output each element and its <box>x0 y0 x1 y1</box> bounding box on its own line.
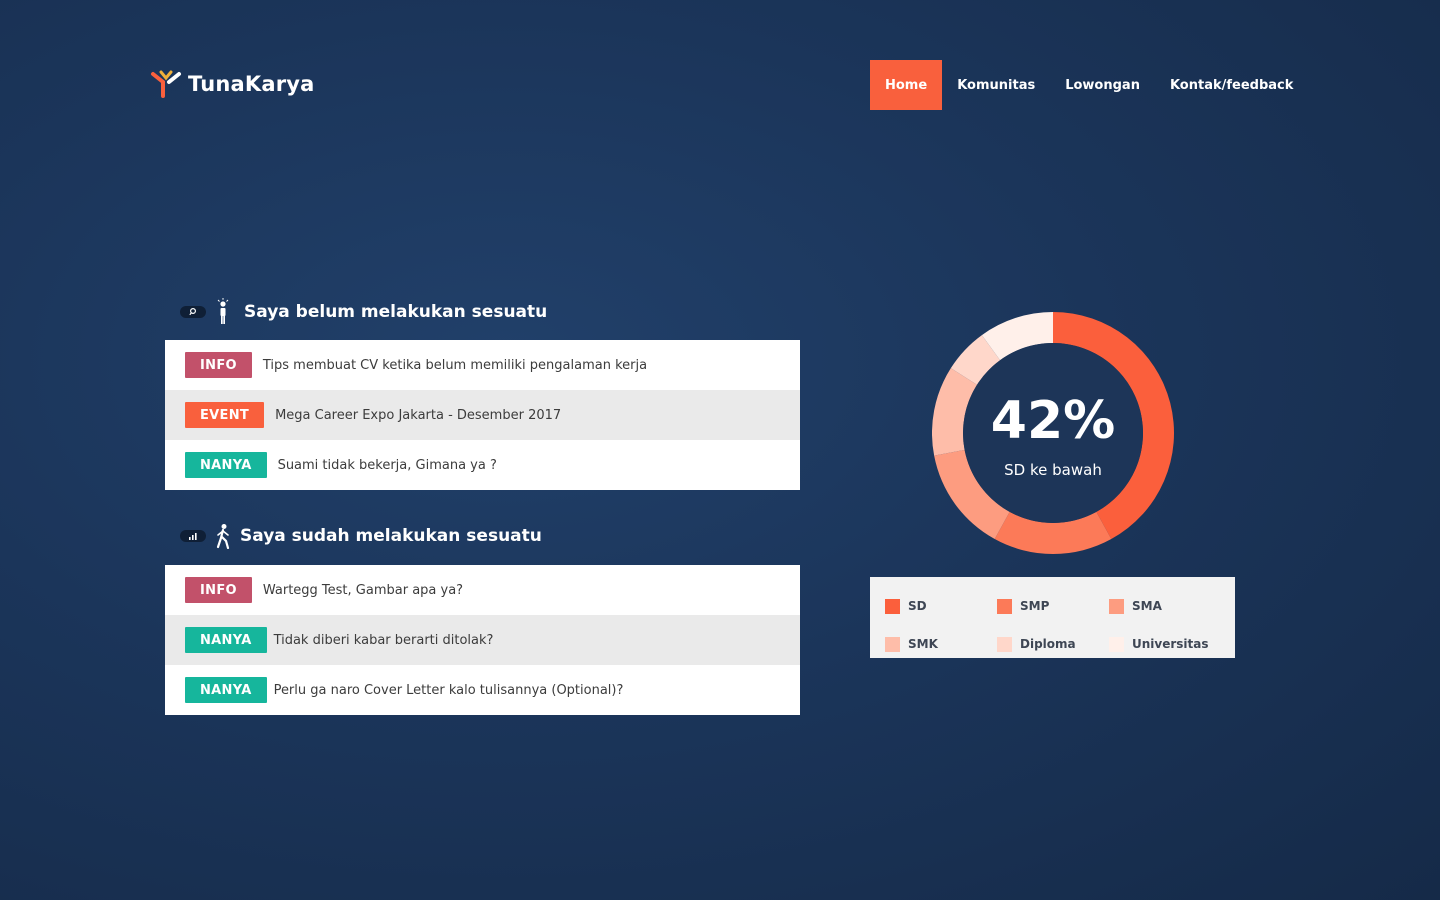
list-item[interactable]: NANYA Tidak diberi kabar berarti ditolak… <box>165 615 800 665</box>
section-title-text: Saya sudah melakukan sesuatu <box>240 526 542 546</box>
list-item[interactable]: EVENT Mega Career Expo Jakarta - Desembe… <box>165 390 800 440</box>
list-item[interactable]: NANYA Suami tidak bekerja, Gimana ya ? <box>165 440 800 490</box>
nav-item-lowongan[interactable]: Lowongan <box>1050 60 1155 110</box>
list-item[interactable]: INFO Tips membuat CV ketika belum memili… <box>165 340 800 390</box>
person-standing-icon <box>217 298 229 324</box>
logo[interactable]: TunaKarya <box>150 68 315 100</box>
section-title-belum: Saya belum melakukan sesuatu <box>180 298 547 326</box>
education-donut-chart: 42% SD ke bawah <box>932 312 1174 554</box>
legend-swatch <box>997 598 1012 614</box>
tag-badge: INFO <box>185 352 252 378</box>
legend-swatch <box>885 598 900 614</box>
legend-item-diploma: Diploma <box>997 630 1109 658</box>
legend-swatch <box>1109 636 1124 652</box>
tag-badge: INFO <box>185 577 252 603</box>
post-title[interactable]: Suami tidak bekerja, Gimana ya ? <box>278 458 497 473</box>
list-item[interactable]: INFO Wartegg Test, Gambar apa ya? <box>165 565 800 615</box>
brand-name: TunaKarya <box>188 72 315 96</box>
post-list-belum: INFO Tips membuat CV ketika belum memili… <box>165 340 800 490</box>
chart-legend: SD SMP SMA SMK Diploma Universitas <box>870 577 1235 658</box>
signal-badge-icon <box>180 530 206 542</box>
legend-swatch <box>997 636 1012 652</box>
logo-mark-icon <box>151 70 181 98</box>
tag-badge: EVENT <box>185 402 265 428</box>
nav-item-komunitas[interactable]: Komunitas <box>942 60 1050 110</box>
legend-label: SD <box>908 599 927 613</box>
nav-item-kontak[interactable]: Kontak/feedback <box>1155 60 1308 110</box>
search-badge-icon <box>180 306 206 318</box>
legend-label: SMA <box>1132 599 1162 613</box>
legend-swatch <box>885 636 900 652</box>
legend-item-universitas: Universitas <box>1109 630 1221 658</box>
post-title[interactable]: Tidak diberi kabar berarti ditolak? <box>274 633 494 648</box>
legend-label: SMK <box>908 637 938 651</box>
post-list-sudah: INFO Wartegg Test, Gambar apa ya? NANYA … <box>165 565 800 715</box>
person-walking-icon <box>216 524 230 549</box>
post-title[interactable]: Wartegg Test, Gambar apa ya? <box>263 583 463 598</box>
nav-item-home[interactable]: Home <box>870 60 943 110</box>
legend-item-sd: SD <box>885 592 997 620</box>
tag-badge: NANYA <box>185 677 267 703</box>
legend-label: SMP <box>1020 599 1050 613</box>
legend-item-smk: SMK <box>885 630 997 658</box>
tag-badge: NANYA <box>185 452 267 478</box>
post-title[interactable]: Perlu ga naro Cover Letter kalo tulisann… <box>274 683 624 698</box>
list-item[interactable]: NANYA Perlu ga naro Cover Letter kalo tu… <box>165 665 800 715</box>
donut-value: 42% <box>990 391 1116 451</box>
legend-swatch <box>1109 598 1124 614</box>
post-title[interactable]: Mega Career Expo Jakarta - Desember 2017 <box>275 408 561 423</box>
section-title-sudah: Saya sudah melakukan sesuatu <box>180 523 542 549</box>
section-title-text: Saya belum melakukan sesuatu <box>244 302 548 322</box>
legend-label: Diploma <box>1020 637 1076 651</box>
main-nav: Home Komunitas Lowongan Kontak/feedback <box>870 60 1308 110</box>
legend-label: Universitas <box>1132 637 1209 651</box>
donut-center: 42% SD ke bawah <box>963 343 1143 523</box>
legend-item-smp: SMP <box>997 592 1109 620</box>
legend-item-sma: SMA <box>1109 592 1221 620</box>
post-title[interactable]: Tips membuat CV ketika belum memiliki pe… <box>263 358 647 373</box>
tag-badge: NANYA <box>185 627 267 653</box>
donut-caption: SD ke bawah <box>1004 461 1102 479</box>
